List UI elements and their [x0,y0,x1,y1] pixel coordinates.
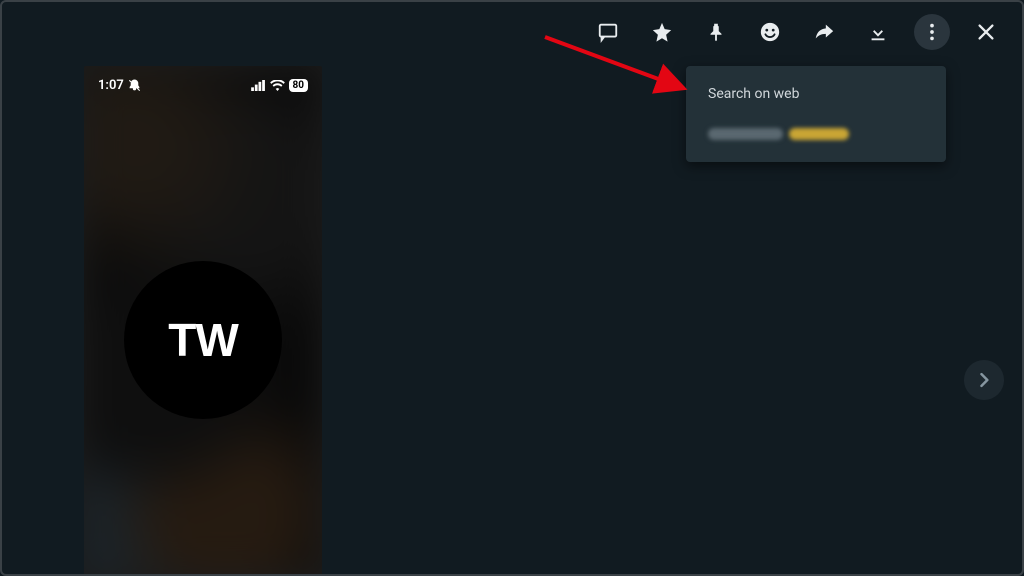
star-button[interactable] [644,14,680,50]
chevron-right-icon [974,370,994,390]
statusbar-time: 1:07 [98,78,124,93]
blurred-text-segment [708,128,783,140]
pin-button[interactable] [698,14,734,50]
download-icon [867,21,889,43]
tw-logo-text: TW [168,313,238,367]
star-icon [651,21,673,43]
statusbar-time-area: 1:07 [98,78,141,93]
battery-indicator: 80 [289,79,308,92]
media-preview-phone: 1:07 80 TW [84,66,322,576]
dropdown-item-search-web[interactable]: Search on web [686,74,946,114]
signal-icon [251,80,266,91]
media-viewer-toolbar [590,14,1004,50]
forward-button[interactable] [806,14,842,50]
close-button[interactable] [968,14,1004,50]
chat-icon [597,21,619,43]
blurred-text-segment [789,128,849,140]
next-media-button[interactable] [964,360,1004,400]
dropdown-item-label: Search on web [708,86,799,102]
chat-button[interactable] [590,14,626,50]
close-icon [975,21,997,43]
emoji-button[interactable] [752,14,788,50]
pin-icon [705,21,727,43]
more-dropdown-menu: Search on web [686,66,946,162]
emoji-icon [759,21,781,43]
forward-icon [813,21,835,43]
wifi-icon [270,80,285,91]
bell-mute-icon [128,79,141,92]
more-vertical-icon [921,21,943,43]
statusbar-indicators: 80 [251,79,308,92]
download-button[interactable] [860,14,896,50]
phone-statusbar: 1:07 80 [84,78,322,93]
battery-level: 80 [293,80,304,91]
tw-logo-circle: TW [124,261,282,419]
more-button[interactable] [914,14,950,50]
dropdown-item-blurred[interactable] [686,114,946,154]
